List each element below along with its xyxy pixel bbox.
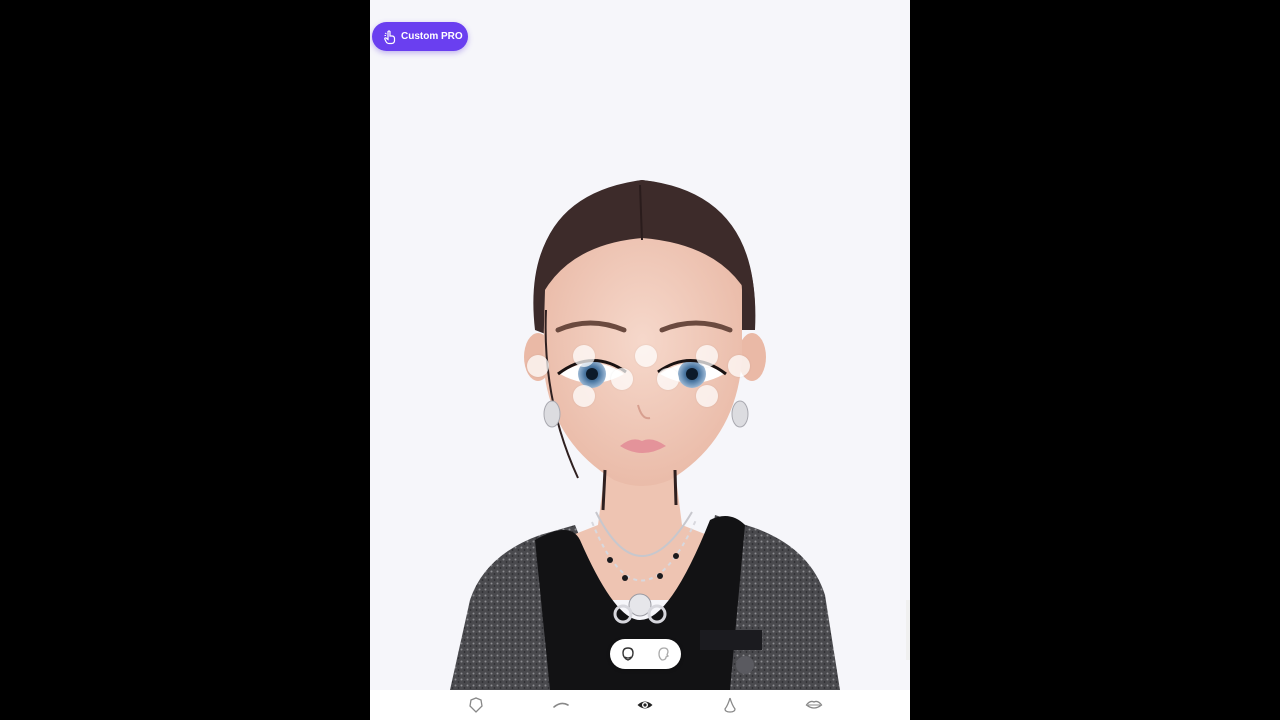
avatar-preview bbox=[370, 0, 910, 690]
nav-nose[interactable] bbox=[718, 695, 742, 715]
adjust-handle-center[interactable] bbox=[635, 345, 657, 367]
editor-screen: Custom PRO bbox=[370, 0, 910, 720]
face-side-button[interactable] bbox=[652, 643, 674, 665]
adjust-handle-right-inner[interactable] bbox=[657, 368, 679, 390]
face-front-icon bbox=[622, 647, 634, 661]
nav-eye[interactable] bbox=[633, 695, 657, 715]
face-shape-icon bbox=[469, 697, 483, 713]
face-front-button[interactable] bbox=[617, 643, 639, 665]
nose-icon bbox=[724, 697, 736, 713]
nav-lips[interactable] bbox=[802, 695, 826, 715]
nav-face-shape[interactable] bbox=[464, 695, 488, 715]
eye-icon bbox=[637, 701, 653, 709]
eyebrow-icon bbox=[553, 702, 569, 708]
lips-icon bbox=[805, 700, 823, 709]
feature-nav-bar bbox=[370, 690, 910, 720]
adjust-handle-left-bottom[interactable] bbox=[573, 385, 595, 407]
adjust-handle-left-inner[interactable] bbox=[611, 368, 633, 390]
hand-pointer-icon bbox=[384, 29, 396, 44]
side-panel-handle[interactable] bbox=[906, 600, 910, 660]
adjust-handle-left-top[interactable] bbox=[573, 345, 595, 367]
nav-eyebrow[interactable] bbox=[549, 695, 573, 715]
adjust-handle-left-outer[interactable] bbox=[527, 355, 549, 377]
face-side-icon bbox=[658, 647, 670, 661]
adjust-handle-right-bottom[interactable] bbox=[696, 385, 718, 407]
adjust-handle-right-top[interactable] bbox=[696, 345, 718, 367]
adjust-handle-right-outer[interactable] bbox=[728, 355, 750, 377]
custom-pro-label: Custom PRO bbox=[401, 31, 463, 42]
custom-pro-button[interactable]: Custom PRO bbox=[372, 22, 468, 51]
view-toggle bbox=[610, 639, 681, 669]
